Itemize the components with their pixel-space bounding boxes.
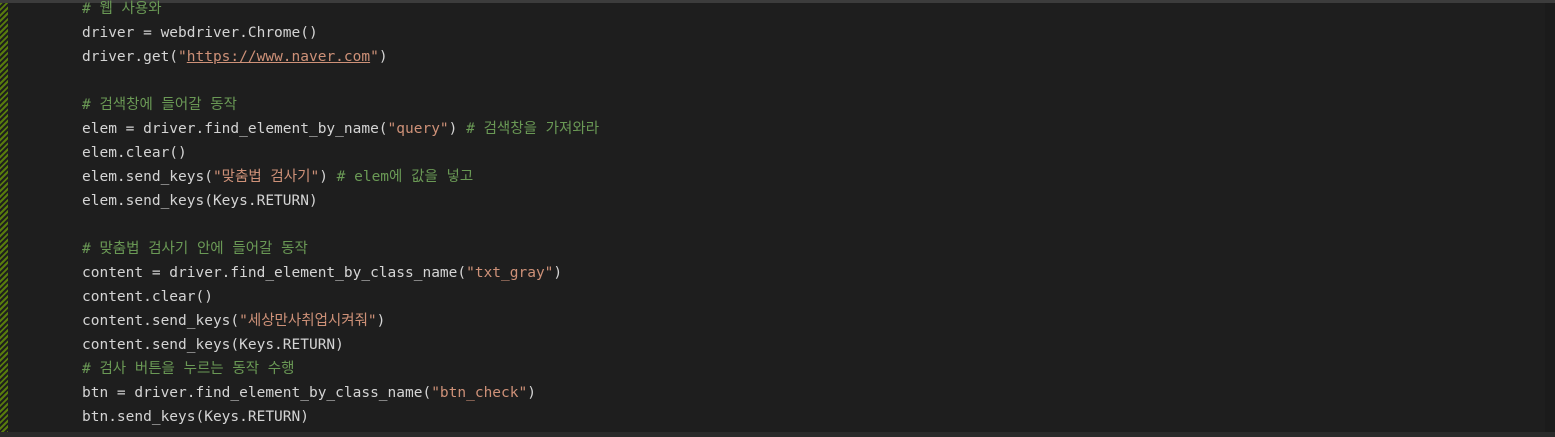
code-line[interactable]: elem = driver.find_element_by_name("quer… bbox=[82, 117, 599, 141]
string-token: "맞춤법 검사기" bbox=[212, 169, 320, 185]
code-link[interactable]: https://www.naver.com bbox=[187, 49, 370, 65]
code-line[interactable]: btn = driver.find_element_by_class_name(… bbox=[82, 381, 599, 405]
code-token: content.clear() bbox=[82, 289, 213, 305]
string-token: "btn_check" bbox=[431, 385, 528, 401]
code-token: driver = webdriver.Chrome() bbox=[82, 25, 318, 41]
code-token: ) bbox=[378, 49, 388, 65]
comment-token: # 검색창을 가져와라 bbox=[466, 121, 600, 137]
string-token: "query" bbox=[387, 121, 449, 137]
code-token: elem = driver.find_element_by_name( bbox=[82, 121, 388, 137]
code-line[interactable]: driver = webdriver.Chrome() bbox=[82, 21, 599, 45]
code-line[interactable]: # 검색창에 들어갈 동작 bbox=[82, 93, 599, 117]
code-line[interactable]: elem.clear() bbox=[82, 141, 599, 165]
code-token: ) bbox=[553, 265, 563, 281]
comment-token: # 검색창에 들어갈 동작 bbox=[82, 97, 237, 113]
code-line[interactable]: # 검사 버튼을 누르는 동작 수행 bbox=[82, 357, 599, 381]
code-token: ) bbox=[527, 385, 536, 401]
string-token: "txt_gray" bbox=[466, 265, 554, 281]
code-token: ) bbox=[376, 313, 386, 329]
code-line[interactable]: content.send_keys(Keys.RETURN) bbox=[82, 333, 599, 357]
code-line[interactable]: btn.send_keys(Keys.RETURN) bbox=[82, 405, 599, 429]
comment-token: # 맞춤법 검사기 안에 들어갈 동작 bbox=[82, 241, 308, 257]
code-editor[interactable]: # 웹 사용와 driver = webdriver.Chrome() driver… bbox=[0, 0, 1555, 437]
code-line[interactable]: # 맞춤법 검사기 안에 들어갈 동작 bbox=[82, 237, 599, 261]
code-token: ) bbox=[319, 169, 337, 185]
string-token: "세상만사취업시켜줘" bbox=[239, 313, 377, 329]
code-line[interactable] bbox=[82, 69, 599, 93]
code-line[interactable]: # 웹 사용와 bbox=[82, 0, 599, 21]
code-token: content = driver.find_element_by_class_n… bbox=[82, 265, 467, 281]
editor-scroll-edge bbox=[1545, 3, 1555, 437]
code-line[interactable]: content.clear() bbox=[82, 285, 599, 309]
comment-token: # 검사 버튼을 누르는 동작 수행 bbox=[82, 361, 295, 377]
string-token: " bbox=[178, 49, 187, 65]
code-lines[interactable]: # 웹 사용와 driver = webdriver.Chrome() driver… bbox=[82, 0, 599, 429]
code-token: elem.clear() bbox=[82, 145, 187, 161]
code-token: content.send_keys( bbox=[82, 313, 240, 329]
code-token: driver.get( bbox=[82, 49, 179, 65]
code-token: elem.send_keys( bbox=[82, 169, 213, 185]
editor-bottom-border bbox=[0, 432, 1555, 437]
code-token: ) bbox=[448, 121, 467, 137]
code-line[interactable]: driver.get("https://www.naver.com") bbox=[82, 45, 599, 69]
code-line[interactable] bbox=[82, 213, 599, 237]
comment-token: # 웹 사용와 bbox=[82, 1, 162, 17]
code-line[interactable]: content.send_keys("세상만사취업시켜줘") bbox=[82, 309, 599, 333]
code-token: btn.send_keys(Keys.RETURN) bbox=[82, 409, 309, 425]
code-line[interactable]: content = driver.find_element_by_class_n… bbox=[82, 261, 599, 285]
editor-gutter bbox=[8, 3, 50, 437]
comment-token: # elem에 값을 넣고 bbox=[336, 169, 474, 185]
code-line[interactable]: elem.send_keys("맞춤법 검사기") # elem에 값을 넣고 bbox=[82, 165, 599, 189]
string-token: " bbox=[370, 49, 379, 65]
code-token: content.send_keys(Keys.RETURN) bbox=[82, 337, 344, 353]
code-line[interactable]: elem.send_keys(Keys.RETURN) bbox=[82, 189, 599, 213]
code-token: btn = driver.find_element_by_class_name( bbox=[82, 385, 432, 401]
git-change-marker bbox=[0, 3, 8, 437]
code-token: elem.send_keys(Keys.RETURN) bbox=[82, 193, 318, 209]
